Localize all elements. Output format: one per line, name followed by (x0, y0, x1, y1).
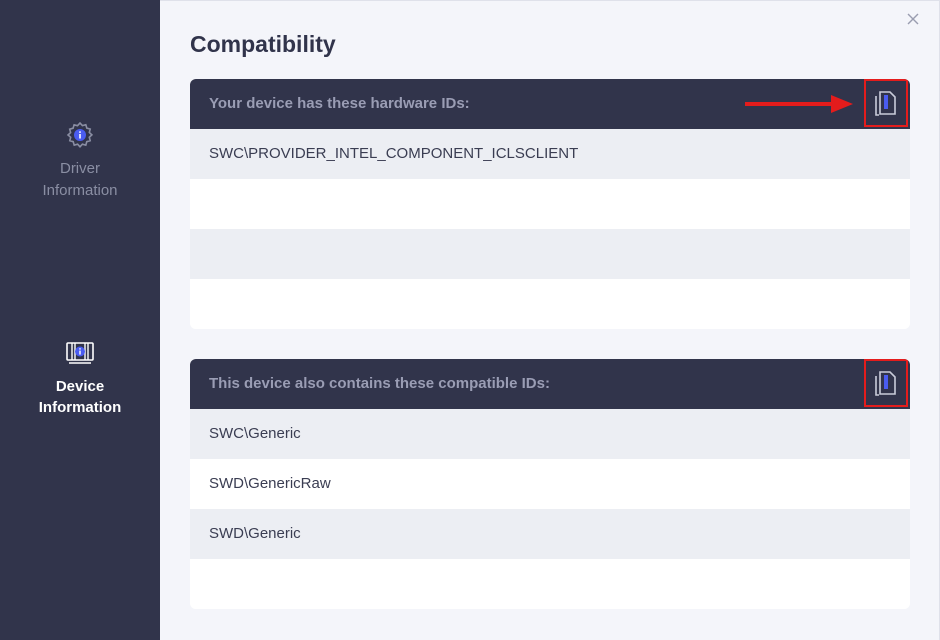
table-row: SWC\Generic (190, 409, 910, 459)
table-row (190, 179, 910, 229)
table-row: SWD\GenericRaw (190, 459, 910, 509)
compatible-ids-header: This device also contains these compatib… (190, 359, 910, 409)
hardware-ids-title: Your device has these hardware IDs: (209, 95, 470, 112)
page-title: Compatibility (190, 31, 336, 57)
main-panel: Compatibility Your device has these hard… (160, 0, 940, 640)
copy-hardware-ids-button[interactable] (864, 79, 908, 127)
device-info-icon (66, 342, 94, 364)
sidebar-item-label: Device Information (38, 378, 122, 416)
red-arrow-annotation (745, 95, 853, 113)
table-row (190, 559, 910, 609)
gear-info-icon (66, 121, 94, 148)
sidebar-item-driver-information[interactable]: Driver Information (0, 120, 160, 202)
table-row: SWD\Generic (190, 509, 910, 559)
sidebar-item-device-information[interactable]: Device Information (0, 338, 160, 418)
sidebar-item-label: Driver Information (42, 160, 118, 199)
copy-icon (875, 91, 896, 116)
sidebar: Driver Information Device Information (0, 0, 160, 640)
close-icon (907, 13, 919, 25)
table-row (190, 279, 910, 329)
compatible-ids-title: This device also contains these compatib… (209, 375, 550, 392)
compatible-ids-card: This device also contains these compatib… (190, 359, 910, 609)
copy-icon (875, 371, 896, 396)
table-row (190, 229, 910, 279)
close-button[interactable] (905, 13, 921, 29)
table-row: SWC\PROVIDER_INTEL_COMPONENT_ICLSCLIENT (190, 129, 910, 179)
hardware-ids-card: Your device has these hardware IDs: SWC\… (190, 79, 910, 329)
copy-compatible-ids-button[interactable] (864, 359, 908, 407)
